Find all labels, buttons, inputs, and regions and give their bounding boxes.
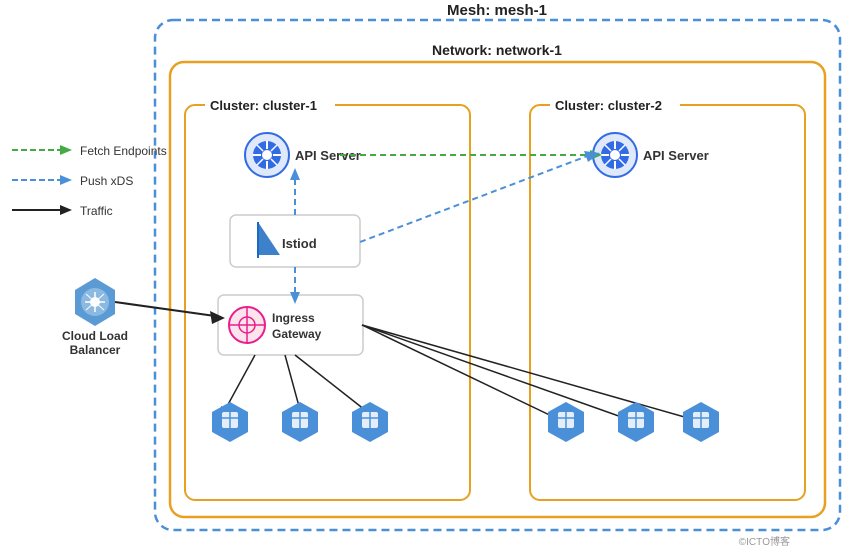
cluster1-label: Cluster: cluster-1	[210, 98, 317, 113]
api-server-2-label: API Server	[643, 148, 709, 163]
cluster2-label: Cluster: cluster-2	[555, 98, 662, 113]
legend-traffic: Traffic	[80, 204, 113, 218]
api-server-1-label: API Server	[295, 148, 361, 163]
ingress-label2: Gateway	[272, 327, 322, 341]
legend-xds: Push xDS	[80, 174, 133, 188]
cloud-lb-label2: Balancer	[70, 343, 121, 357]
watermark: ©ICTО博客	[739, 535, 790, 548]
cloud-lb-label: Cloud Load	[62, 329, 128, 343]
legend-fetch: Fetch Endpoints	[80, 144, 167, 158]
mesh-label: Mesh: mesh-1	[447, 2, 547, 19]
istiod-label: Istiod	[282, 236, 317, 251]
network-label: Network: network-1	[432, 42, 562, 58]
ingress-label: Ingress	[272, 311, 315, 325]
diagram-container: Mesh: mesh-1 Network: network-1 Cluster:…	[0, 0, 862, 552]
